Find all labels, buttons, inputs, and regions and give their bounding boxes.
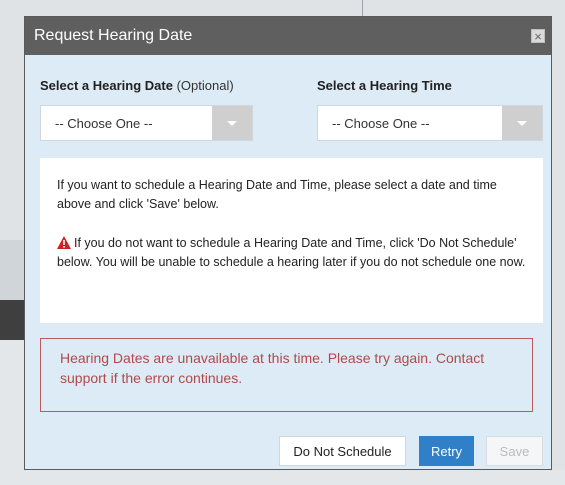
optional-tag: (Optional) <box>176 78 234 93</box>
chevron-down-icon[interactable] <box>502 106 542 140</box>
chevron-down-icon[interactable] <box>212 106 252 140</box>
hearing-time-select-value: -- Choose One -- <box>332 116 430 131</box>
close-icon[interactable]: × <box>531 29 545 43</box>
hearing-time-select[interactable]: -- Choose One -- <box>317 105 543 141</box>
backdrop-left <box>0 0 26 240</box>
hearing-date-select[interactable]: -- Choose One -- <box>40 105 253 141</box>
info-warning-paragraph: If you do not want to schedule a Hearing… <box>57 234 527 272</box>
backdrop-left-dark <box>0 300 26 340</box>
backdrop-top <box>0 0 565 16</box>
hearing-date-label-text: Select a Hearing Date <box>40 78 173 93</box>
backdrop-left-bottom <box>0 340 26 485</box>
backdrop-right <box>552 0 565 485</box>
dialog-titlebar: Request Hearing Date × <box>25 17 551 55</box>
hearing-date-select-value: -- Choose One -- <box>55 116 153 131</box>
info-warning-text: If you do not want to schedule a Hearing… <box>57 236 526 269</box>
do-not-schedule-button[interactable]: Do Not Schedule <box>279 436 406 466</box>
backdrop-bottom <box>0 470 565 485</box>
backdrop-divider <box>362 0 363 16</box>
hearing-time-label: Select a Hearing Time <box>317 78 452 93</box>
request-hearing-dialog: Request Hearing Date × Select a Hearing … <box>24 16 552 470</box>
dialog-title: Request Hearing Date <box>34 27 193 44</box>
backdrop-left-mid <box>0 240 26 300</box>
save-button[interactable]: Save <box>486 436 543 466</box>
info-panel: If you want to schedule a Hearing Date a… <box>40 158 543 323</box>
error-message: Hearing Dates are unavailable at this ti… <box>40 338 533 412</box>
hearing-date-label: Select a Hearing Date (Optional) <box>40 78 234 93</box>
warning-icon <box>57 236 71 249</box>
retry-button[interactable]: Retry <box>419 436 474 466</box>
info-schedule-text: If you want to schedule a Hearing Date a… <box>57 178 497 211</box>
